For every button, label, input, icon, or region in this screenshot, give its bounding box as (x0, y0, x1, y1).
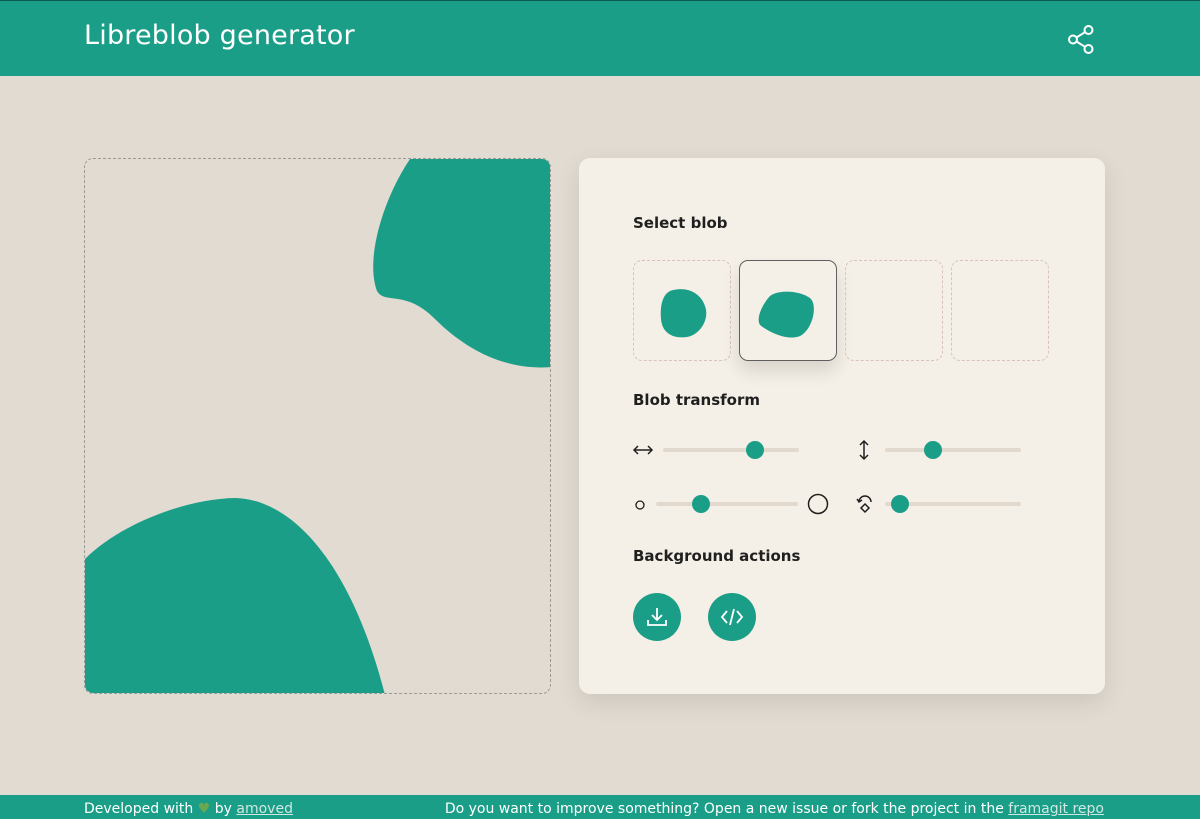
background-actions-title: Background actions (633, 547, 801, 565)
footer: Developed with ♥ by amoved Do you want t… (0, 795, 1200, 819)
top-bar: Libreblob generator (0, 0, 1200, 76)
author-link[interactable]: amoved (236, 801, 293, 817)
vertical-arrows-icon (859, 439, 869, 461)
app-title: Libreblob generator (84, 20, 355, 51)
blob-canvas (84, 158, 551, 694)
repo-link[interactable]: framagit repo (1008, 801, 1104, 817)
blob-transform-title: Blob transform (633, 391, 760, 409)
control-panel: Select blob Blob transform Background ac… (579, 158, 1105, 694)
blob-thumbnail-1 (660, 289, 707, 338)
size-slider[interactable] (656, 495, 798, 513)
width-slider-track (663, 448, 799, 452)
footer-contribute-text: Do you want to improve something? Open a… (444, 801, 1004, 817)
select-blob-title: Select blob (633, 214, 728, 232)
download-button[interactable] (633, 593, 681, 641)
horizontal-arrows-icon (632, 445, 654, 455)
height-slider[interactable] (885, 441, 1021, 459)
large-circle-icon (807, 493, 829, 515)
blob-shape-top-right (373, 159, 550, 368)
height-slider-thumb[interactable] (923, 441, 942, 459)
code-icon (720, 608, 744, 626)
width-slider-thumb[interactable] (745, 441, 764, 459)
footer-contribute: Do you want to improve something? Open a… (445, 801, 1104, 817)
footer-credits: Developed with ♥ by amoved (84, 801, 293, 817)
share-icon[interactable] (1066, 24, 1096, 54)
size-slider-track (656, 502, 798, 506)
blob-slot-3[interactable] (845, 260, 943, 361)
export-code-button[interactable] (708, 593, 756, 641)
small-circle-icon (635, 500, 645, 510)
height-slider-track (885, 448, 1021, 452)
blob-slot-2[interactable] (739, 260, 837, 361)
blob-shape-bottom-left (85, 498, 385, 693)
blob-slot-4[interactable] (951, 260, 1049, 361)
rotation-slider[interactable] (885, 495, 1021, 513)
rotation-slider-thumb[interactable] (890, 495, 909, 513)
footer-developed-text: Developed with (84, 801, 194, 817)
width-slider[interactable] (663, 441, 799, 459)
blob-slot-1[interactable] (633, 260, 731, 361)
blob-thumbnail-2 (758, 291, 814, 338)
footer-by-text: by (214, 801, 232, 817)
size-slider-thumb[interactable] (691, 495, 710, 513)
download-icon (647, 608, 667, 626)
heart-icon: ♥ (197, 801, 211, 817)
rotate-icon (856, 495, 872, 514)
